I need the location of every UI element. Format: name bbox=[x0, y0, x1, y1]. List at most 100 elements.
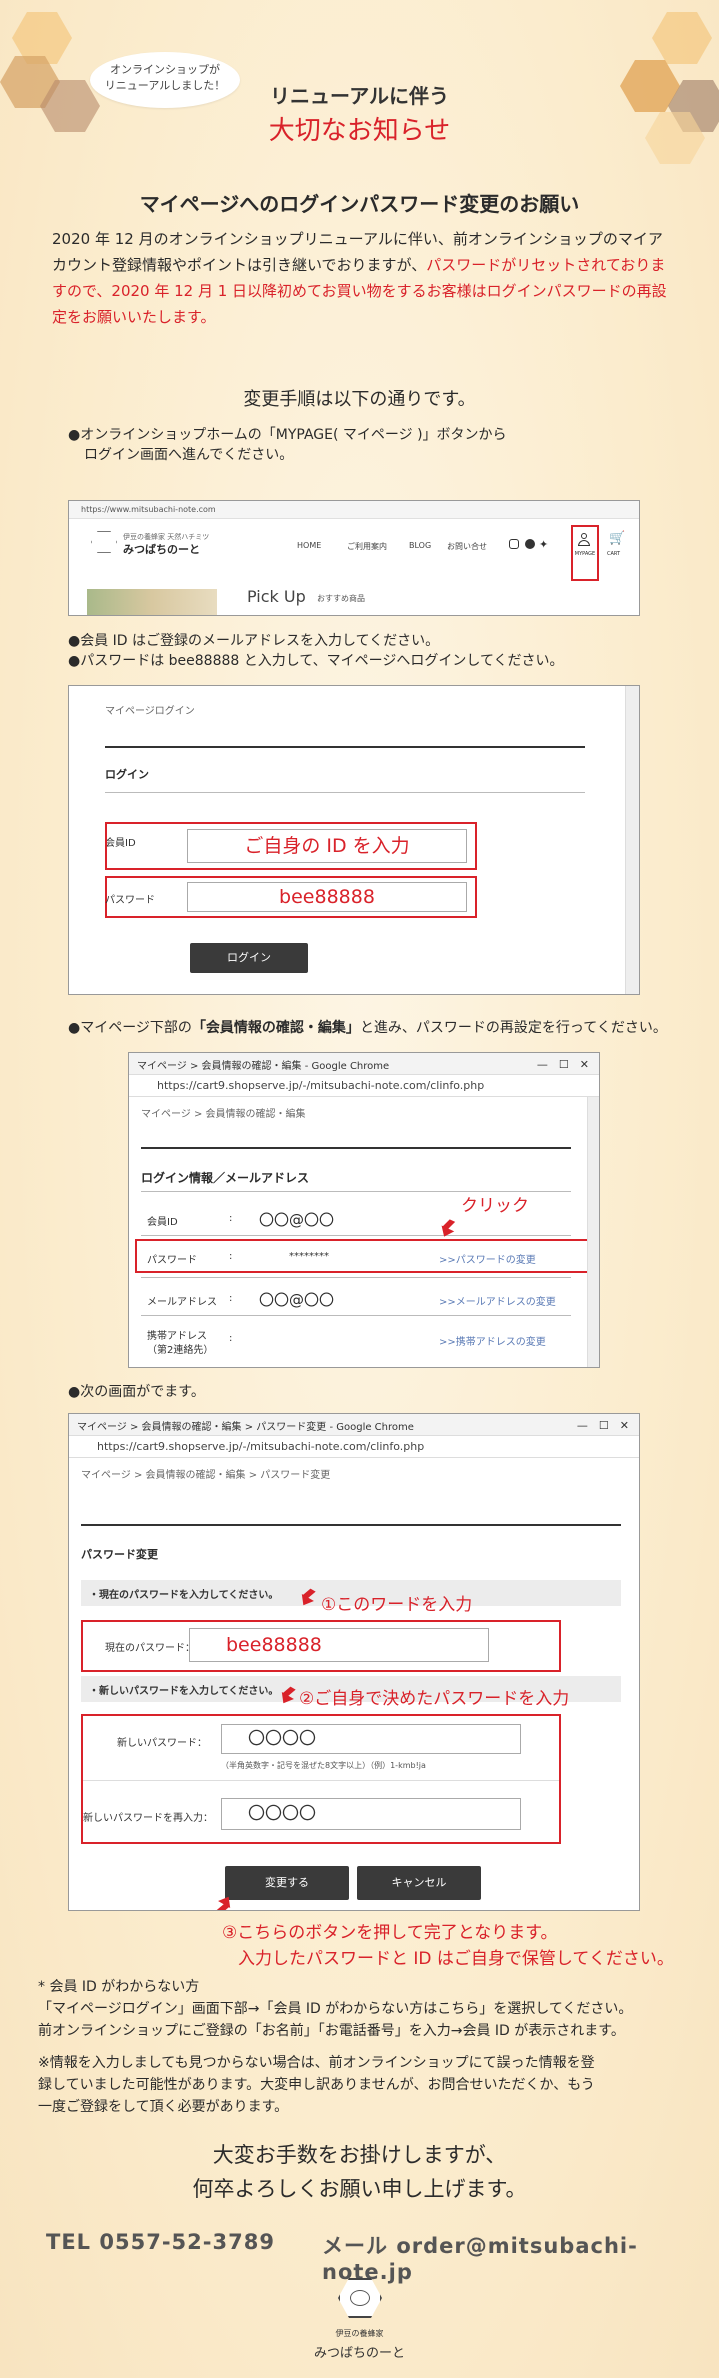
shop-logo-icon bbox=[91, 531, 117, 553]
closing-line-2: 何卒よろしくお願い申し上げます。 bbox=[192, 2177, 527, 2201]
shot1-nav-blog[interactable]: BLOG bbox=[409, 541, 431, 550]
note-not-found: ※情報を入力しましても見つからない場合は、前オンラインショップにて誤った情報を登… bbox=[38, 2052, 688, 2118]
shot3-window-title: マイページ > 会員情報の確認・編集 - Google Chrome — ☐ ✕ bbox=[129, 1053, 599, 1075]
shot3-urlbar[interactable]: https://cart9.shopserve.jp/-/mitsubachi-… bbox=[129, 1075, 599, 1097]
step2-line-1: ●会員 ID はご登録のメールアドレスを入力してください。 bbox=[68, 633, 440, 649]
note1-line-2: 前オンラインショップにご登録の「お名前」「お電話番号」を入力→会員 ID が表示… bbox=[38, 2023, 625, 2039]
password-value: bee88888 bbox=[279, 886, 375, 908]
shot1-urlbar: https://www.mitsubachi-note.com bbox=[69, 501, 639, 519]
member-id-value: ご自身の ID を入力 bbox=[244, 835, 410, 857]
footer-logo-main: みつばちのーと bbox=[313, 2346, 405, 2361]
mail-label: メール bbox=[322, 2234, 388, 2258]
shot3-title-text: マイページ > 会員情報の確認・編集 - Google Chrome bbox=[137, 1061, 390, 1072]
note1-title: * 会員 ID がわからない方 bbox=[38, 1979, 200, 1995]
note2-line-2: 録していました可能性があります。大変申し訳ありませんが、お問合せいただくか、もう bbox=[38, 2077, 595, 2093]
shot1-nav-guide[interactable]: ご利用案内 bbox=[347, 541, 387, 552]
scrollbar[interactable] bbox=[625, 686, 639, 994]
note-id-unknown: * 会員 ID がわからない方 「マイページログイン」画面下部→「会員 ID が… bbox=[38, 1976, 688, 2042]
footer-logo-icon bbox=[338, 2278, 382, 2318]
step3-text: ●マイページ下部の「会員情報の確認・編集」と進み、パスワードの再設定を行ってくだ… bbox=[68, 1018, 718, 1038]
step3-prefix: ●マイページ下部の bbox=[68, 1020, 192, 1036]
step4-text: ●次の画面がでます。 bbox=[68, 1384, 205, 1400]
cart-label[interactable]: CART bbox=[607, 551, 620, 557]
click-annotation: クリック bbox=[461, 1196, 529, 1216]
row-label: 携帯アドレス bbox=[147, 1331, 207, 1342]
current-password-label: 現在のパスワード： bbox=[105, 1643, 195, 1654]
scrollbar[interactable] bbox=[587, 1097, 599, 1367]
row-label: メールアドレス bbox=[147, 1297, 217, 1308]
tel-number[interactable]: 0557-52-3789 bbox=[99, 2230, 275, 2254]
member-id-input[interactable]: ご自身の ID を入力 bbox=[187, 829, 467, 863]
step2-text: ●会員 ID はご登録のメールアドレスを入力してください。 ●パスワードは be… bbox=[68, 631, 708, 671]
new-password-input[interactable]: 〇〇〇〇 bbox=[221, 1724, 521, 1754]
footer-logo-sub: 伊豆の養蜂家 bbox=[335, 2329, 384, 2338]
step1-line-2: ログイン画面へ進んでください。 bbox=[84, 447, 294, 463]
new-password-value: 〇〇〇〇 bbox=[248, 1729, 316, 1749]
row-colon: : bbox=[229, 1251, 233, 1262]
screenshot-login: マイページログイン ログイン 会員ID ご自身の ID を入力 パスワード be… bbox=[68, 685, 640, 995]
notice-line-1: リニューアルに伴う bbox=[270, 84, 449, 108]
window-controls-icon[interactable]: — ☐ ✕ bbox=[577, 1417, 629, 1433]
tel-label: TEL bbox=[46, 2230, 92, 2254]
user-icon[interactable] bbox=[578, 533, 590, 547]
honeycomb-decoration-right bbox=[652, 12, 712, 64]
closing-line-1: 大変お手数をお掛けしますが、 bbox=[212, 2143, 507, 2167]
shot4-heading: パスワード変更 bbox=[81, 1548, 158, 1561]
step1-line-1: ●オンラインショップホームの「MYPAGE( マイページ )」ボタンから bbox=[68, 427, 507, 443]
shot1-nav-contact[interactable]: お問い合せ bbox=[447, 541, 487, 552]
product-image bbox=[87, 589, 217, 615]
shot2-heading: ログイン bbox=[105, 768, 149, 781]
shot4-window-title: マイページ > 会員情報の確認・編集 > パスワード変更 - Google Ch… bbox=[69, 1414, 639, 1436]
note2-line-3: 一度ご登録をして頂く必要があります。 bbox=[38, 2099, 289, 2115]
password-input[interactable]: bee88888 bbox=[187, 882, 467, 912]
shot4-breadcrumb: マイページ > 会員情報の確認・編集 > パスワード変更 bbox=[81, 1470, 331, 1481]
row-label: パスワード bbox=[147, 1255, 197, 1266]
step2-line-2: ●パスワードは bee88888 と入力して、マイページへログインしてください。 bbox=[68, 653, 564, 669]
submit-button[interactable]: 変更する bbox=[225, 1866, 349, 1900]
change-password-link[interactable]: >>パスワードの変更 bbox=[439, 1251, 536, 1266]
intro-paragraph: 2020 年 12 月のオンラインショップリニューアルに伴い、前オンラインショッ… bbox=[52, 226, 672, 330]
page: オンラインショップが リニューアルしました！ リニューアルに伴う 大切なお知らせ… bbox=[0, 0, 719, 2378]
current-password-input[interactable]: bee88888 bbox=[189, 1628, 489, 1662]
shot2-breadcrumb: マイページログイン bbox=[105, 706, 195, 717]
screenshot-password-change: マイページ > 会員情報の確認・編集 > パスワード変更 - Google Ch… bbox=[68, 1413, 640, 1911]
cart-icon[interactable]: 🛒 bbox=[609, 531, 625, 546]
row-colon: : bbox=[229, 1293, 233, 1304]
shot1-nav-home[interactable]: HOME bbox=[297, 541, 321, 550]
password-hint: （半角英数字・記号を混ぜた8文字以上）（例）1-kmb!ja bbox=[221, 1761, 426, 1770]
step3-bold: 「会員情報の確認・編集」 bbox=[191, 1020, 360, 1036]
page-title: マイページへのログインパスワード変更のお願い bbox=[139, 192, 580, 216]
closing-message: 大変お手数をお掛けしますが、 何卒よろしくお願い申し上げます。 bbox=[0, 2138, 719, 2206]
shot3-breadcrumb: マイページ > 会員情報の確認・編集 bbox=[141, 1109, 306, 1120]
note1-line-1: 「マイページログイン」画面下部→「会員 ID がわからない方はこちら」を選択して… bbox=[38, 2001, 633, 2017]
row-value: 〇〇@〇〇 bbox=[259, 1291, 335, 1309]
shot4-title-text: マイページ > 会員情報の確認・編集 > パスワード変更 - Google Ch… bbox=[77, 1422, 414, 1433]
confirm-password-input[interactable]: 〇〇〇〇 bbox=[221, 1798, 521, 1830]
row-colon: : bbox=[229, 1213, 233, 1224]
change-mobile-link[interactable]: >>携帯アドレスの変更 bbox=[439, 1333, 546, 1348]
pickup-heading: Pick Up bbox=[247, 587, 306, 606]
shop-logo-main: みつばちのーと bbox=[123, 543, 200, 556]
current-password-value: bee88888 bbox=[226, 1634, 322, 1656]
twitter-icon[interactable]: ✦ bbox=[539, 538, 548, 551]
contact-mail: メール order@mitsubachi-note.jp bbox=[322, 2230, 719, 2284]
shot3-heading: ログイン情報／メールアドレス bbox=[141, 1171, 310, 1185]
change-email-link[interactable]: >>メールアドレスの変更 bbox=[439, 1293, 556, 1308]
row-colon: : bbox=[229, 1333, 233, 1344]
note2-line-1: ※情報を入力しましても見つからない場合は、前オンラインショップにて誤った情報を登 bbox=[38, 2055, 595, 2071]
shot4-urlbar[interactable]: https://cart9.shopserve.jp/-/mitsubachi-… bbox=[69, 1436, 639, 1458]
row-label: 会員ID bbox=[147, 1217, 178, 1228]
mypage-label[interactable]: MYPAGE bbox=[572, 551, 598, 557]
facebook-icon[interactable] bbox=[525, 539, 535, 549]
cancel-button[interactable]: キャンセル bbox=[357, 1866, 481, 1900]
bubble-line-1: オンラインショップが bbox=[110, 63, 220, 76]
step3-suffix: と進み、パスワードの再設定を行ってください。 bbox=[359, 1020, 667, 1036]
step1-text: ●オンラインショップホームの「MYPAGE( マイページ )」ボタンから ログイ… bbox=[68, 425, 708, 465]
instagram-icon[interactable] bbox=[509, 539, 519, 549]
confirm-password-value: 〇〇〇〇 bbox=[248, 1804, 316, 1824]
notice-line-2: 大切なお知らせ bbox=[268, 116, 451, 146]
new-password-label: 新しいパスワード： bbox=[117, 1738, 207, 1749]
window-controls-icon[interactable]: — ☐ ✕ bbox=[537, 1056, 589, 1072]
annotation-2: ②ご自身で決めたパスワードを入力 bbox=[299, 1689, 570, 1709]
login-button[interactable]: ログイン bbox=[190, 943, 308, 973]
